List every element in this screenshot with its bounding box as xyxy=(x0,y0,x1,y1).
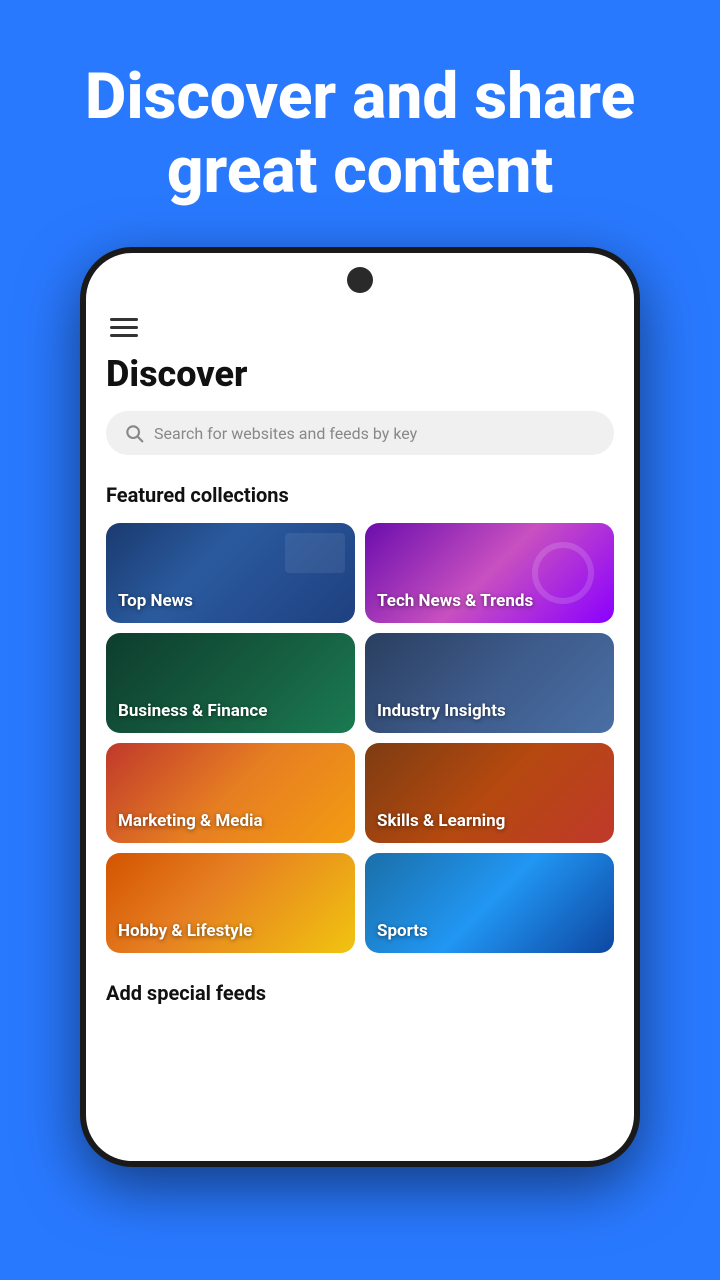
collection-label-sports: Sports xyxy=(377,921,428,941)
collection-card-skills[interactable]: Skills & Learning xyxy=(365,743,614,843)
phone-screen: Discover Search for websites and feeds b… xyxy=(86,253,634,1161)
phone-mockup: Discover Search for websites and feeds b… xyxy=(80,247,640,1280)
collection-card-business[interactable]: Business & Finance xyxy=(106,633,355,733)
collection-label-tech-news: Tech News & Trends xyxy=(377,591,533,611)
search-placeholder-text: Search for websites and feeds by key xyxy=(154,424,417,443)
collection-card-industry[interactable]: Industry Insights xyxy=(365,633,614,733)
collection-label-skills: Skills & Learning xyxy=(377,811,505,831)
hamburger-line-2 xyxy=(110,326,138,329)
collection-card-marketing[interactable]: Marketing & Media xyxy=(106,743,355,843)
add-feeds-title: Add special feeds xyxy=(106,981,614,1005)
search-bar[interactable]: Search for websites and feeds by key xyxy=(106,411,614,455)
screen-content: Discover Search for websites and feeds b… xyxy=(86,253,634,1161)
collection-label-top-news: Top News xyxy=(118,591,193,611)
menu-icon[interactable] xyxy=(106,318,614,337)
collections-grid: Top News Tech News & Trends Business & F… xyxy=(106,523,614,953)
camera-notch xyxy=(347,267,373,293)
hero-title: Discover and share great content xyxy=(0,0,720,247)
featured-collections-title: Featured collections xyxy=(106,483,614,507)
collection-label-business: Business & Finance xyxy=(118,701,267,721)
collection-card-sports[interactable]: Sports xyxy=(365,853,614,953)
add-feeds-section: Add special feeds xyxy=(106,977,614,1005)
hamburger-line-3 xyxy=(110,334,138,337)
search-icon xyxy=(124,423,144,443)
collection-card-hobby[interactable]: Hobby & Lifestyle xyxy=(106,853,355,953)
collection-label-industry: Industry Insights xyxy=(377,701,506,721)
collection-card-tech-news[interactable]: Tech News & Trends xyxy=(365,523,614,623)
hamburger-line-1 xyxy=(110,318,138,321)
collection-label-hobby: Hobby & Lifestyle xyxy=(118,921,252,941)
collection-label-marketing: Marketing & Media xyxy=(118,811,263,831)
page-title: Discover xyxy=(106,353,614,395)
phone-outer: Discover Search for websites and feeds b… xyxy=(80,247,640,1167)
collection-card-top-news[interactable]: Top News xyxy=(106,523,355,623)
